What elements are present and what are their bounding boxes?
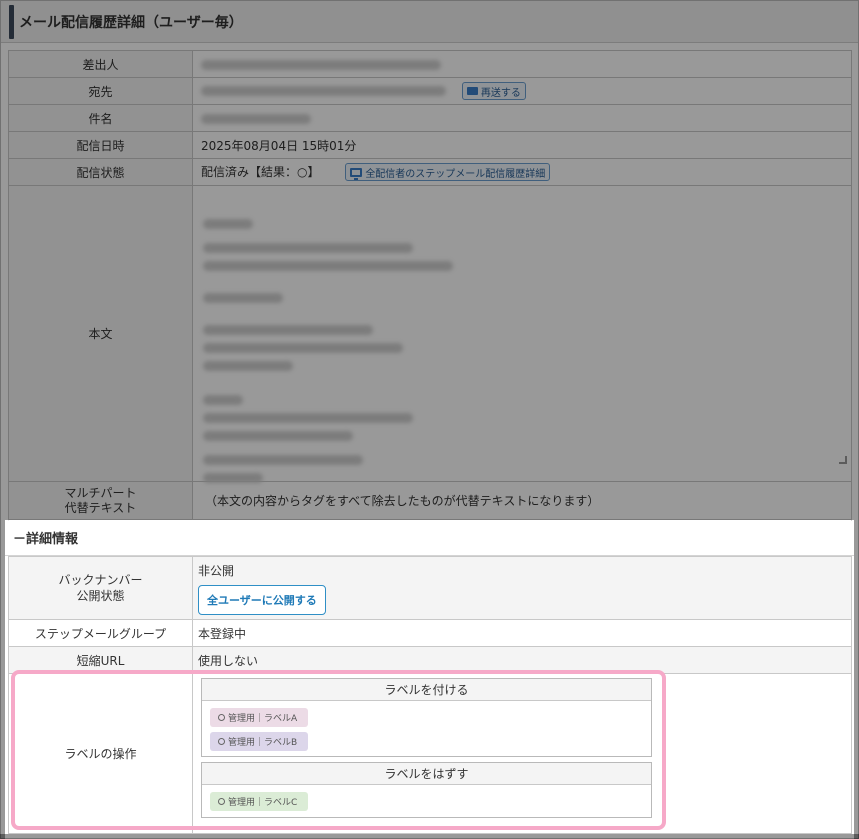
modal-dim-overlay bbox=[0, 834, 859, 839]
body-redacted-line bbox=[203, 454, 363, 465]
row-step-group: ステップメールグループ 本登録中 bbox=[8, 619, 852, 647]
sent-at-value: 2025年08月04日 15時01分 bbox=[192, 131, 852, 159]
backnumber-label: バックナンバー 公開状態 bbox=[8, 556, 193, 620]
row-backnumber: バックナンバー 公開状態 非公開 全ユーザーに公開する bbox=[8, 556, 852, 620]
remove-label-header: ラベルをはずす bbox=[202, 763, 651, 785]
all-step-history-button[interactable]: 全配信者のステップメール配信履歴詳細 bbox=[345, 163, 551, 182]
body-value bbox=[192, 185, 852, 483]
body-label: 本文 bbox=[8, 185, 193, 482]
label-tag-b[interactable]: 管理用｜ラベルB bbox=[210, 732, 308, 751]
subject-value bbox=[192, 104, 852, 132]
resend-button-label: 再送する bbox=[480, 87, 521, 99]
subject-label: 件名 bbox=[8, 104, 193, 132]
details-section-title[interactable]: －詳細情報 bbox=[5, 520, 854, 556]
body-textarea[interactable] bbox=[193, 198, 851, 483]
short-url-label: 短縮URL bbox=[8, 646, 193, 674]
row-sent-at: 配信日時 2025年08月04日 15時01分 bbox=[8, 131, 852, 159]
backnumber-label-line2: 公開状態 bbox=[76, 589, 125, 603]
body-redacted-line bbox=[203, 324, 373, 335]
body-redacted-line bbox=[203, 472, 263, 483]
backnumber-value: 非公開 全ユーザーに公開する bbox=[192, 556, 852, 620]
subject-redacted bbox=[201, 113, 311, 124]
row-status: 配信状態 配信済み【結果：○】 全配信者のステップメール配信履歴詳細 bbox=[8, 158, 852, 186]
modal-dim-overlay bbox=[854, 520, 859, 839]
resend-button[interactable]: 再送する bbox=[461, 82, 526, 100]
status-value: 配信済み【結果：○】 bbox=[201, 164, 320, 179]
details-section: －詳細情報 バックナンバー 公開状態 非公開 全ユーザーに公開する ステップメー… bbox=[5, 520, 854, 834]
recipient-redacted bbox=[201, 86, 446, 96]
row-multipart: マルチパート 代替テキスト （本文の内容からタグをすべて除去したものが代替テキス… bbox=[8, 481, 852, 520]
details-table: バックナンバー 公開状態 非公開 全ユーザーに公開する ステップメールグループ … bbox=[8, 556, 852, 834]
sender-value bbox=[192, 50, 852, 78]
monitor-icon bbox=[350, 167, 363, 180]
label-tag-b-text: 管理用｜ラベルB bbox=[228, 738, 298, 748]
body-redacted-line bbox=[203, 218, 253, 229]
status-label: 配信状態 bbox=[8, 158, 193, 186]
body-redacted-line bbox=[203, 342, 403, 353]
attach-label-header: ラベルを付ける bbox=[202, 679, 651, 701]
tag-icon bbox=[218, 714, 225, 721]
body-redacted-line bbox=[203, 430, 353, 441]
body-redacted-line bbox=[203, 360, 293, 371]
multipart-value: （本文の内容からタグをすべて除去したものが代替テキストになります） bbox=[192, 481, 852, 520]
label-tag-c[interactable]: 管理用｜ラベルC bbox=[210, 792, 308, 811]
body-redacted-line bbox=[203, 242, 413, 253]
body-redacted-line bbox=[203, 394, 243, 405]
body-redacted-line bbox=[203, 260, 453, 271]
backnumber-status: 非公開 bbox=[198, 563, 235, 578]
step-group-value: 本登録中 bbox=[192, 619, 852, 647]
tag-icon bbox=[218, 798, 225, 805]
label-tag-c-text: 管理用｜ラベルC bbox=[228, 798, 298, 808]
label-tag-a[interactable]: 管理用｜ラベルA bbox=[210, 708, 308, 727]
label-ops-label: ラベルの操作 bbox=[8, 673, 193, 834]
sent-at-label: 配信日時 bbox=[8, 131, 193, 159]
page-title-text: メール配信履歴詳細（ユーザー毎） bbox=[19, 14, 243, 31]
resize-grip-icon[interactable] bbox=[839, 455, 847, 464]
page-title: メール配信履歴詳細（ユーザー毎） bbox=[1, 1, 858, 43]
row-body: 本文 bbox=[8, 185, 852, 483]
row-short-url: 短縮URL 使用しない bbox=[8, 646, 852, 674]
row-sender: 差出人 bbox=[8, 50, 852, 78]
publish-all-button[interactable]: 全ユーザーに公開する bbox=[198, 584, 326, 615]
sender-label: 差出人 bbox=[8, 50, 193, 78]
remove-label-box: ラベルをはずす 管理用｜ラベルC bbox=[201, 762, 652, 818]
sender-redacted bbox=[201, 59, 441, 70]
row-recipient: 宛先 再送する bbox=[8, 77, 852, 105]
body-redacted-line bbox=[203, 292, 283, 303]
status-value-cell: 配信済み【結果：○】 全配信者のステップメール配信履歴詳細 bbox=[192, 158, 852, 186]
row-subject: 件名 bbox=[8, 104, 852, 132]
short-url-value: 使用しない bbox=[192, 646, 852, 674]
all-step-history-label: 全配信者のステップメール配信履歴詳細 bbox=[365, 168, 546, 180]
label-tag-a-text: 管理用｜ラベルA bbox=[228, 714, 298, 724]
recipient-value: 再送する bbox=[192, 77, 852, 105]
label-ops-value: ラベルを付ける 管理用｜ラベルA 管理用｜ラベルB ラベルをはずす 管理用｜ラベ… bbox=[192, 673, 852, 834]
tag-icon bbox=[218, 738, 225, 745]
history-table: 差出人 宛先 再送する 件名 配信日時 2025年08月04日 15時01分 配… bbox=[8, 50, 852, 542]
row-label-ops: ラベルの操作 ラベルを付ける 管理用｜ラベルA 管理用｜ラベルB ラベルをはずす… bbox=[8, 673, 852, 834]
step-group-label: ステップメールグループ bbox=[8, 619, 193, 647]
body-redacted-line bbox=[203, 412, 413, 423]
multipart-label-line2: 代替テキスト bbox=[64, 500, 137, 515]
attach-label-box: ラベルを付ける 管理用｜ラベルA 管理用｜ラベルB bbox=[201, 678, 652, 757]
multipart-label-line1: マルチパート bbox=[64, 485, 137, 500]
recipient-label: 宛先 bbox=[8, 77, 193, 105]
backnumber-label-line1: バックナンバー bbox=[58, 573, 143, 587]
mail-icon bbox=[466, 87, 478, 95]
multipart-label: マルチパート 代替テキスト bbox=[8, 481, 193, 520]
